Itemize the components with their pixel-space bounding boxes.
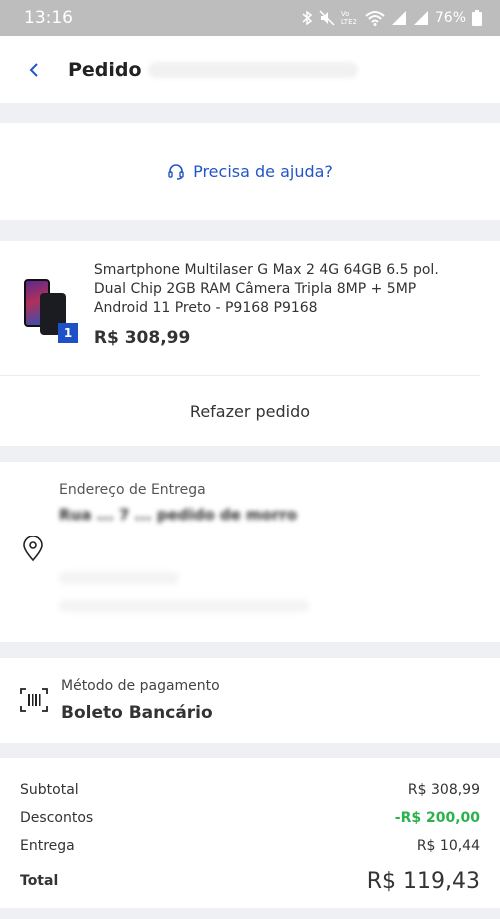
mute-icon	[319, 10, 335, 26]
location-pin-icon	[23, 536, 43, 562]
headset-icon	[168, 163, 184, 180]
total-row: Total R$ 119,43	[20, 862, 480, 900]
volte-indicator: Vo LTE2	[340, 10, 357, 26]
page-header: Pedido	[0, 36, 500, 103]
barcode-icon	[20, 688, 48, 712]
status-time: 13:16	[24, 8, 73, 28]
subtotal-value: R$ 308,99	[407, 782, 480, 798]
order-summary: Subtotal R$ 308,99 Descontos -R$ 200,00 …	[0, 758, 500, 908]
product-card: 1 Smartphone Multilaser G Max 2 4G 64GB …	[0, 241, 500, 446]
delivery-value: R$ 10,44	[416, 838, 480, 854]
product-price: R$ 308,99	[93, 328, 191, 348]
delivery-row: Entrega R$ 10,44	[20, 832, 480, 860]
back-button[interactable]	[22, 58, 46, 82]
address-detail-redacted	[59, 572, 179, 584]
product-name: Smartphone Multilaser G Max 2 4G 64GB 6.…	[93, 262, 439, 316]
chevron-left-icon	[29, 62, 38, 77]
discount-value: -R$ 200,00	[394, 810, 480, 826]
subtotal-row: Subtotal R$ 308,99	[20, 776, 480, 804]
discount-label: Descontos	[20, 810, 94, 826]
status-bar: 13:16 Vo LTE2 76%	[0, 0, 500, 36]
product-info: Smartphone Multilaser G Max 2 4G 64GB 6.…	[94, 261, 460, 375]
discount-row: Descontos -R$ 200,00	[20, 804, 480, 832]
address-label: Endereço de Entrega	[59, 482, 206, 498]
address-line-redacted: Rua ... 7 ... pedido de morro	[59, 506, 298, 524]
payment-card: Método de pagamento Boleto Bancário	[0, 658, 500, 743]
subtotal-label: Subtotal	[20, 782, 79, 798]
product-image: 1	[20, 279, 78, 349]
bluetooth-icon	[302, 10, 313, 26]
payment-method-value: Boleto Bancário	[61, 703, 213, 723]
battery-percent: 76%	[434, 10, 466, 26]
quantity-badge: 1	[58, 323, 78, 343]
battery-icon	[472, 10, 482, 26]
signal-icon-2	[413, 11, 428, 25]
help-label: Precisa de ajuda?	[193, 162, 333, 181]
help-link[interactable]: Precisa de ajuda?	[0, 123, 500, 220]
signal-icon-1	[391, 11, 406, 25]
order-number-redacted	[147, 61, 358, 78]
reorder-button[interactable]: Refazer pedido	[0, 376, 500, 446]
total-value: R$ 119,43	[366, 868, 480, 894]
wifi-icon	[365, 11, 385, 26]
status-icons: Vo LTE2 76%	[301, 10, 482, 26]
payment-method-label: Método de pagamento	[61, 678, 220, 694]
address-city-redacted	[59, 600, 309, 612]
total-label: Total	[20, 873, 59, 889]
product-row[interactable]: 1 Smartphone Multilaser G Max 2 4G 64GB …	[0, 241, 480, 376]
delivery-address-card: Endereço de Entrega Rua ... 7 ... pedido…	[0, 462, 500, 642]
page-title: Pedido	[68, 58, 142, 81]
delivery-label: Entrega	[20, 838, 75, 854]
